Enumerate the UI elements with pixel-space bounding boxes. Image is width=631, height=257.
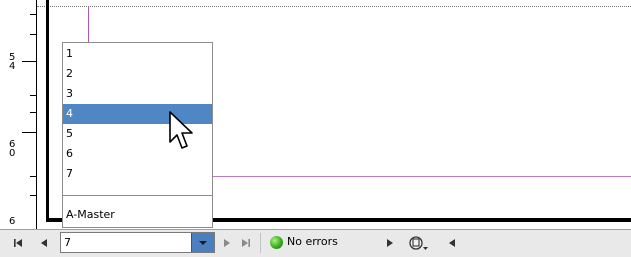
page-edge-vertical: [46, 0, 49, 221]
ruler-tick: [22, 61, 36, 62]
open-document-button[interactable]: [409, 235, 429, 251]
ruler-tick: [30, 195, 36, 196]
triangle-right-icon: [387, 239, 393, 247]
last-page-icon: [242, 239, 250, 247]
preflight-status-text[interactable]: No errors: [287, 235, 338, 248]
mouse-cursor-icon: [169, 111, 193, 149]
ruler-tick: [30, 112, 36, 113]
first-page-button[interactable]: [12, 237, 24, 249]
next-page-icon: [224, 239, 230, 247]
page-option[interactable]: 7: [63, 164, 212, 184]
ruler-label: 6: [9, 216, 16, 227]
chevron-down-icon: [199, 240, 207, 245]
page-option[interactable]: 1: [63, 44, 212, 64]
last-page-button[interactable]: [240, 237, 252, 249]
ruler-tick: [30, 95, 36, 96]
ruler-tick: [22, 132, 36, 133]
page-number-field[interactable]: 7: [60, 232, 215, 253]
ruler-tick: [30, 34, 36, 35]
preflight-menu-button[interactable]: [384, 237, 396, 249]
margin-guide-vertical: [88, 7, 89, 43]
ruler-tick: [30, 176, 36, 177]
ruler-tick: [30, 14, 36, 15]
page-option[interactable]: 2: [63, 64, 212, 84]
page-number-value: 7: [64, 236, 71, 249]
preflight-status-icon[interactable]: [270, 236, 283, 249]
toolbar-divider: [260, 233, 261, 253]
page-bleed-guide: [37, 6, 631, 7]
page-option[interactable]: 3: [63, 84, 212, 104]
margin-guide-horizontal: [213, 176, 631, 177]
ruler-label: 5 4: [9, 52, 16, 72]
status-bar: 7 No errors: [0, 229, 631, 257]
dropdown-separator: [63, 195, 212, 196]
previous-page-icon: [41, 239, 47, 247]
vertical-ruler: 5 4 6 0 6: [0, 0, 37, 229]
ruler-label: 6 0: [9, 139, 16, 159]
first-page-icon: [14, 239, 22, 247]
document-options-icon: [409, 236, 428, 250]
scroll-left-button[interactable]: [446, 237, 458, 249]
page-dropdown-button[interactable]: [191, 233, 214, 252]
master-option[interactable]: A-Master: [63, 205, 212, 225]
next-page-button[interactable]: [221, 237, 233, 249]
scroll-left-icon: [449, 239, 455, 247]
previous-page-button[interactable]: [38, 237, 50, 249]
